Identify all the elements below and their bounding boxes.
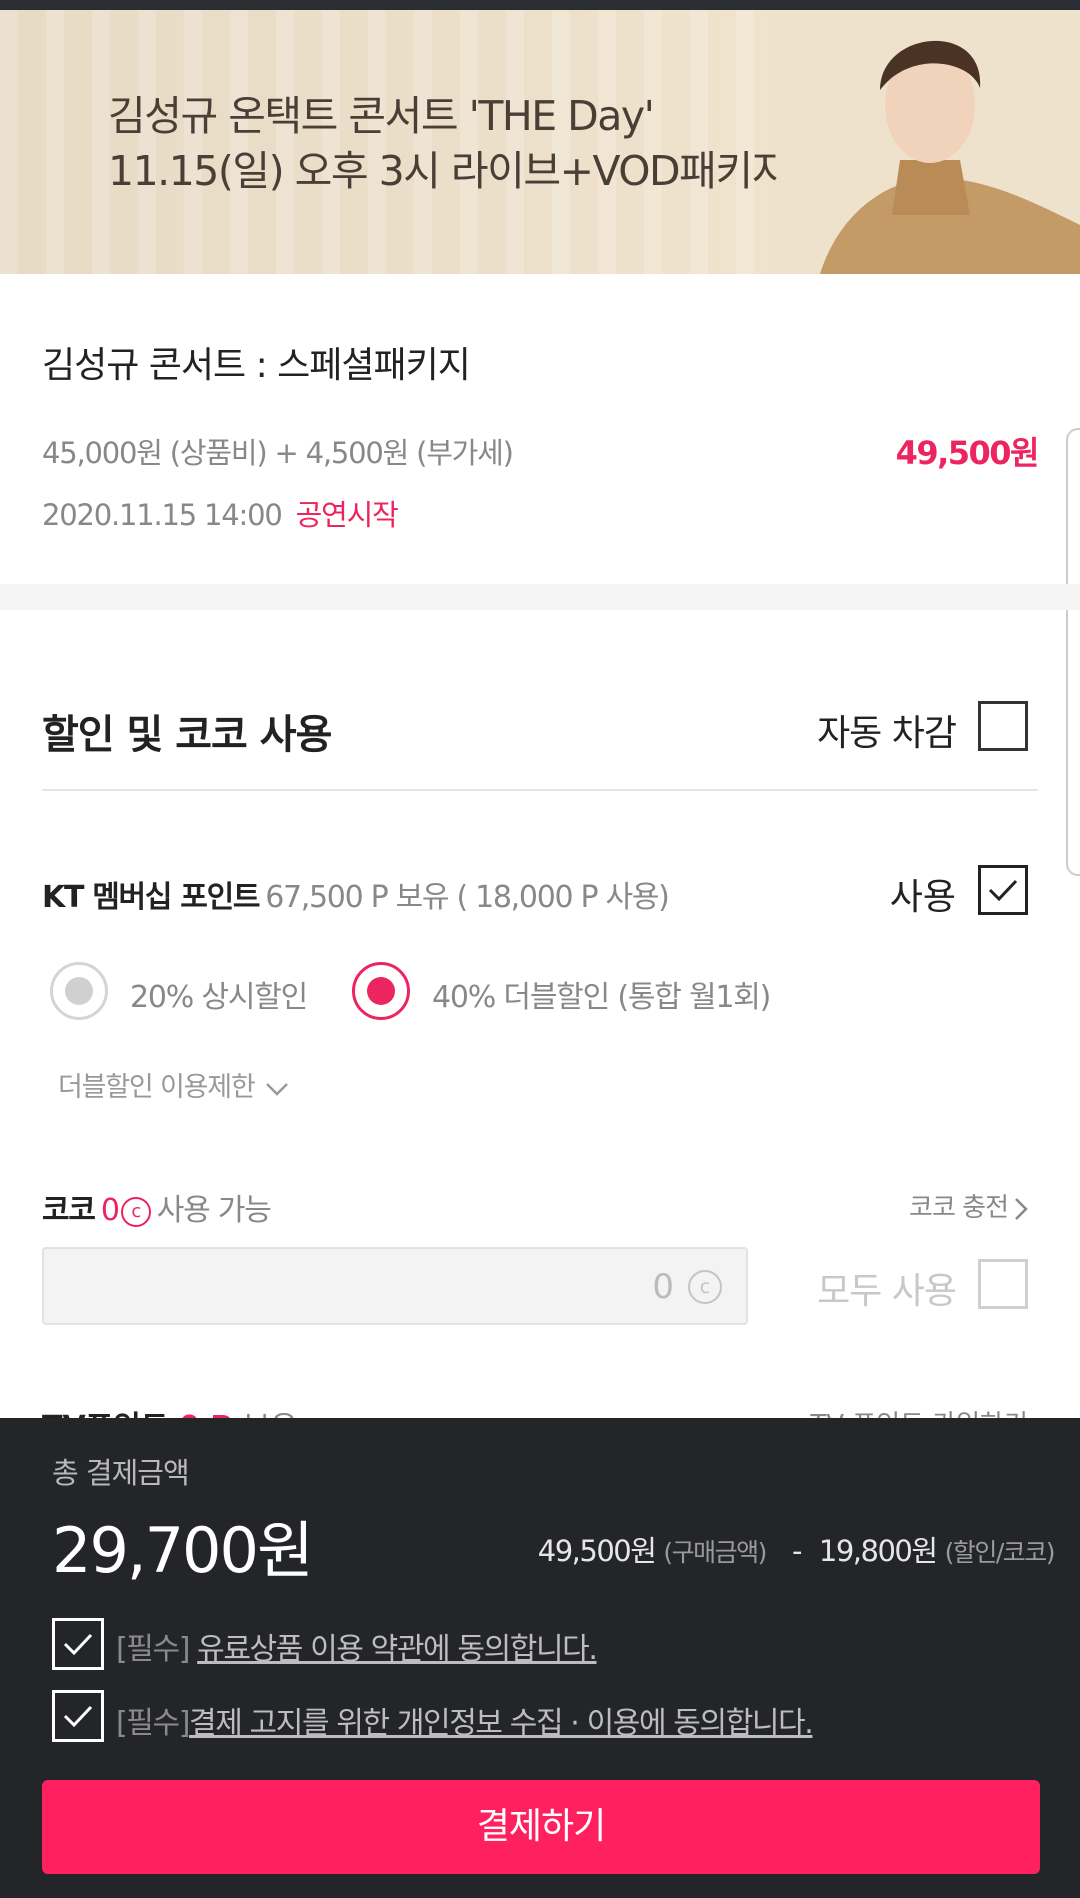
discount-amount: 19,800원 — [818, 1534, 938, 1568]
purchase-note: (구매금액) — [663, 1538, 767, 1567]
coco-coin-icon: c — [120, 1196, 151, 1227]
total-amount: 29,700원 — [52, 1514, 314, 1587]
coco-available-label: 사용 가능 — [156, 1193, 272, 1228]
terms-agree-text[interactable]: [필수] 유료상품 이용 약관에 동의합니다. — [116, 1624, 598, 1668]
terms-agree-checkbox[interactable] — [52, 1618, 104, 1670]
double-discount-limit-toggle[interactable]: 더블할인 이용제한 — [58, 1065, 289, 1104]
status-bar — [0, 0, 1080, 10]
show-date: 2020.11.15 14:00 — [42, 498, 283, 532]
divider — [42, 789, 1038, 791]
privacy-agree-text[interactable]: [필수]결제 고지를 위한 개인정보 수집 · 이용에 동의합니다. — [116, 1698, 814, 1742]
terms-link[interactable]: 유료상품 이용 약관에 동의합니다. — [197, 1632, 598, 1667]
checkmark-icon — [63, 1633, 93, 1656]
privacy-link[interactable]: 결제 고지를 위한 개인정보 수집 · 이용에 동의합니다. — [189, 1706, 814, 1741]
amount-calculation: 49,500원 (구매금액) -19,800원 (할인/코코) — [537, 1528, 1056, 1570]
artist-photo — [780, 10, 1080, 274]
kt-use-checkbox[interactable] — [978, 865, 1028, 915]
scroll-indicator[interactable] — [1066, 428, 1080, 876]
show-datetime: 2020.11.15 14:00 공연시작 — [42, 492, 399, 534]
chevron-down-icon — [265, 1082, 288, 1096]
kt-use-label: 사용 — [889, 877, 956, 918]
chevron-right-icon — [1015, 1197, 1028, 1220]
radio-dot — [367, 977, 395, 1005]
show-status: 공연시작 — [295, 498, 399, 532]
banner-title: 김성규 온택트 콘서트 'THE Day' — [108, 92, 655, 140]
payment-footer: 총 결제금액 29,700원 49,500원 (구매금액) -19,800원 (할인/… — [0, 1418, 1080, 1898]
coco-row: 코코 0 c 사용 가능 — [42, 1185, 272, 1229]
radio-regular-discount[interactable] — [50, 962, 108, 1020]
auto-deduct-checkbox[interactable] — [978, 701, 1028, 751]
coco-amount-input[interactable]: 0 c — [42, 1247, 748, 1325]
radio-double-discount-label[interactable]: 40% 더블할인 (통합 월1회) — [432, 972, 771, 1016]
discount-note: (할인/코코) — [944, 1538, 1056, 1567]
radio-regular-discount-label[interactable]: 20% 상시할인 — [130, 972, 308, 1016]
promo-banner[interactable]: 김성규 온택트 콘서트 'THE Day' 11.15(일) 오후 3시 라이브… — [0, 10, 1080, 274]
kt-points-info: 67,500 P 보유 ( 18,000 P 사용) — [265, 880, 670, 915]
price-breakdown: 45,000원 (상품비) + 4,500원 (부가세) — [42, 436, 514, 470]
checkmark-icon — [63, 1705, 93, 1728]
kt-membership-row: KT 멤버십 포인트 67,500 P 보유 ( 18,000 P 사용) — [42, 872, 670, 916]
coco-input-value: 0 — [652, 1267, 674, 1307]
purchase-amount: 49,500원 — [537, 1534, 657, 1568]
checkmark-icon — [988, 879, 1018, 902]
kt-membership-label: KT 멤버십 포인트 — [42, 880, 261, 915]
product-title: 김성규 콘서트 : 스페셜패키지 — [42, 345, 471, 386]
privacy-agree-checkbox[interactable] — [52, 1690, 104, 1742]
coco-charge-link[interactable]: 코코 충전 — [909, 1187, 1028, 1224]
double-discount-limit-label: 더블할인 이용제한 — [58, 1072, 256, 1103]
coco-label: 코코 — [42, 1193, 96, 1228]
banner-subtitle: 11.15(일) 오후 3시 라이브+VOD패키지 예약 — [108, 147, 873, 195]
product-price: 49,500원 — [895, 434, 1040, 472]
coco-use-all-checkbox[interactable] — [978, 1259, 1028, 1309]
coco-use-all-label: 모두 사용 — [817, 1271, 957, 1312]
total-label: 총 결제금액 — [52, 1456, 190, 1490]
coco-charge-label: 코코 충전 — [909, 1193, 1009, 1223]
coco-amount: 0 — [100, 1193, 120, 1228]
radio-double-discount[interactable] — [352, 962, 410, 1020]
discount-section-title: 할인 및 코코 사용 — [42, 712, 332, 758]
auto-deduct-label: 자동 차감 — [817, 713, 957, 754]
required-tag: [필수] — [116, 1706, 190, 1741]
required-tag: [필수] — [116, 1632, 190, 1667]
minus-sign: - — [791, 1534, 802, 1568]
section-divider — [0, 584, 1080, 610]
coco-coin-icon: c — [688, 1270, 722, 1304]
radio-dot — [65, 977, 93, 1005]
pay-button[interactable]: 결제하기 — [42, 1780, 1040, 1874]
